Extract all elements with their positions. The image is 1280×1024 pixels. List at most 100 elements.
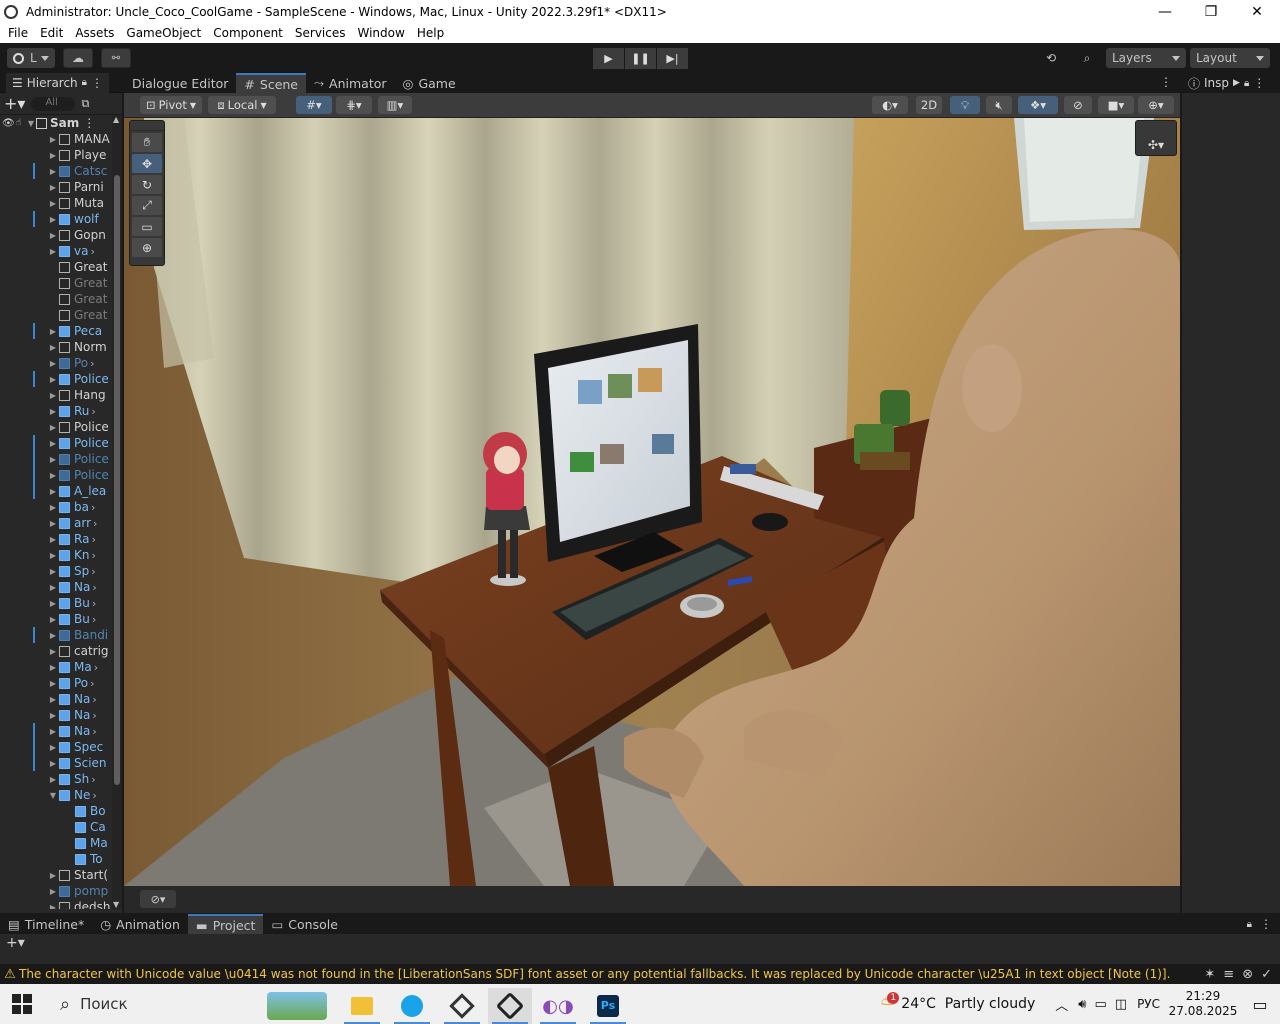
expand-arrow-icon[interactable]: ▶ [48, 391, 58, 400]
close-button[interactable]: ✕ [1234, 0, 1280, 23]
expand-arrow-icon[interactable]: ▶ [48, 727, 58, 736]
menu-window[interactable]: Window [354, 26, 409, 40]
expand-arrow-icon[interactable]: ▶ [48, 567, 58, 576]
pivot-toggle[interactable]: ⊡ Pivot ▼ [140, 96, 202, 114]
hierarchy-item[interactable]: ▶ Police [0, 467, 112, 483]
panel-menu-icon[interactable]: ⋮ [1253, 76, 1265, 90]
layout-dropdown[interactable]: Layout [1190, 48, 1270, 68]
open-prefab-chevron-icon[interactable]: › [91, 405, 95, 418]
local-toggle[interactable]: ⧈ Local ▼ [208, 96, 276, 114]
hierarchy-item[interactable]: ▶ Kn › [0, 547, 112, 563]
expand-arrow-icon[interactable]: ▶ [48, 903, 58, 910]
snap-settings-button[interactable]: ▥▾ [378, 96, 412, 114]
menu-assets[interactable]: Assets [71, 26, 118, 40]
visibility-icon[interactable]: 👁︎ [2, 118, 16, 129]
menu-file[interactable]: File [4, 26, 32, 40]
grid-snap-toggle[interactable]: #▾ [296, 96, 332, 114]
start-button[interactable] [12, 994, 32, 1014]
hierarchy-item[interactable]: ▶ Scien [0, 755, 112, 771]
scale-tool-button[interactable]: ⤢ [132, 196, 162, 215]
hierarchy-item[interactable]: ▶ Playe [0, 147, 112, 163]
expand-arrow-icon[interactable]: ▶ [48, 343, 58, 352]
expand-arrow-icon[interactable]: ▶ [48, 887, 58, 896]
expand-arrow-icon[interactable]: ▶ [48, 775, 58, 784]
hierarchy-item[interactable]: ▶ Peca [0, 323, 112, 339]
pause-button[interactable]: ❚❚ [625, 48, 656, 69]
filter-icon[interactable]: ⧉ [81, 97, 89, 111]
expand-arrow-icon[interactable]: ▶ [48, 439, 58, 448]
open-prefab-chevron-icon[interactable]: › [92, 693, 96, 706]
taskbar-app-browser[interactable] [390, 988, 434, 1024]
expand-arrow-icon[interactable]: ▶ [48, 759, 58, 768]
scene-menu-icon[interactable]: ⋮ [83, 116, 95, 130]
hierarchy-item[interactable]: ▶ A_lea [0, 483, 112, 499]
hidden-objects-toggle[interactable]: ⊘ [1064, 96, 1092, 114]
open-prefab-chevron-icon[interactable]: › [91, 773, 95, 786]
tab-dialogue-editor[interactable]: Dialogue Editor [124, 73, 236, 93]
hierarchy-item[interactable]: Bo [0, 803, 112, 819]
hierarchy-item[interactable]: ▶ Police [0, 435, 112, 451]
hierarchy-item[interactable]: Ca [0, 819, 112, 835]
expand-arrow-icon[interactable]: ▶ [48, 551, 58, 560]
hierarchy-item[interactable]: ▶ Bandi [0, 627, 112, 643]
hierarchy-item[interactable]: ▶ Police [0, 451, 112, 467]
tab-timeline[interactable]: ▤ Timeline* [0, 914, 92, 934]
expand-arrow-icon[interactable]: ▶ [48, 519, 58, 528]
open-prefab-chevron-icon[interactable]: › [92, 581, 96, 594]
menu-component[interactable]: Component [209, 26, 287, 40]
add-object-button[interactable]: +▾ [4, 94, 25, 113]
lock-icon[interactable]: 🔒︎ [82, 77, 87, 88]
language-indicator[interactable]: РУС [1137, 997, 1160, 1011]
lighting-toggle[interactable]: 💡︎ [950, 96, 980, 114]
tab-hierarchy[interactable]: ☰ Hierarch 🔒︎ ⋮ [6, 72, 109, 93]
hierarchy-item[interactable]: ▶ Police [0, 419, 112, 435]
meet-icon[interactable]: ◫ [1115, 997, 1127, 1012]
hierarchy-item[interactable]: ▶ Police [0, 371, 112, 387]
move-tool-button[interactable]: ✥ [132, 154, 162, 173]
hierarchy-item[interactable]: ▶ Ra › [0, 531, 112, 547]
expand-arrow-icon[interactable]: ▶ [48, 487, 58, 496]
increment-snap-button[interactable]: ⋕▾ [336, 96, 372, 114]
expand-arrow-icon[interactable]: ▶ [48, 135, 58, 144]
scroll-up-icon[interactable]: ▲ [113, 115, 119, 124]
open-prefab-chevron-icon[interactable]: › [91, 549, 95, 562]
expand-arrow-icon[interactable]: ▶ [48, 375, 58, 384]
overlay-menu-button[interactable]: ⊘▾ [140, 890, 176, 908]
network-icon[interactable]: ▭ [1094, 997, 1106, 1012]
taskbar-search[interactable]: ⌕ Поиск [48, 984, 248, 1024]
open-prefab-chevron-icon[interactable]: › [92, 597, 96, 610]
hierarchy-item[interactable]: ▶ Norm [0, 339, 112, 355]
expand-arrow-icon[interactable]: ▶ [48, 711, 58, 720]
create-asset-button[interactable]: +▾ [6, 935, 25, 951]
expand-arrow-icon[interactable]: ▶ [48, 615, 58, 624]
taskbar-app-unity-hub[interactable] [440, 988, 484, 1024]
open-prefab-chevron-icon[interactable]: › [91, 501, 95, 514]
hierarchy-item[interactable]: ▶ Po › [0, 355, 112, 371]
check-icon[interactable]: ✓ [1261, 967, 1272, 982]
lock-icon[interactable]: 🔒︎ [1244, 78, 1249, 89]
expand-arrow-icon[interactable]: ▶ [48, 199, 58, 208]
hierarchy-item[interactable]: ▶ Na › [0, 691, 112, 707]
taskbar-app-file-explorer[interactable] [340, 988, 384, 1024]
orientation-gizmo-button[interactable]: ✣▾ [1135, 120, 1177, 156]
hierarchy-item[interactable]: ▶ Na › [0, 707, 112, 723]
audio-toggle[interactable]: 🔇︎ [986, 96, 1012, 114]
hierarchy-item[interactable]: Great [0, 291, 112, 307]
expand-arrow-icon[interactable]: ▶ [48, 327, 58, 336]
hierarchy-item[interactable]: ▶ arr › [0, 515, 112, 531]
expand-arrow-icon[interactable]: ▶ [48, 647, 58, 656]
hierarchy-item[interactable]: ▶ Gopn [0, 227, 112, 243]
hierarchy-item[interactable]: ▶ pomp [0, 883, 112, 899]
search-button[interactable]: ⌕ [1074, 48, 1100, 68]
hierarchy-item[interactable]: ▼ Ne › [0, 787, 112, 803]
hierarchy-item[interactable]: ▶ Sh › [0, 771, 112, 787]
open-prefab-chevron-icon[interactable]: › [92, 709, 96, 722]
hierarchy-item[interactable]: ▶ Spec [0, 739, 112, 755]
gizmos-dropdown[interactable]: ⊕▾ [1138, 96, 1174, 114]
play-button[interactable]: ▶ [593, 48, 624, 69]
expand-arrow-icon[interactable]: ▶ [48, 471, 58, 480]
tab-animator[interactable]: ⤳ Animator [306, 73, 395, 93]
scene-render[interactable] [124, 118, 1180, 886]
hierarchy-item[interactable]: ▶ va › [0, 243, 112, 259]
hierarchy-item[interactable]: ▶ Na › [0, 579, 112, 595]
